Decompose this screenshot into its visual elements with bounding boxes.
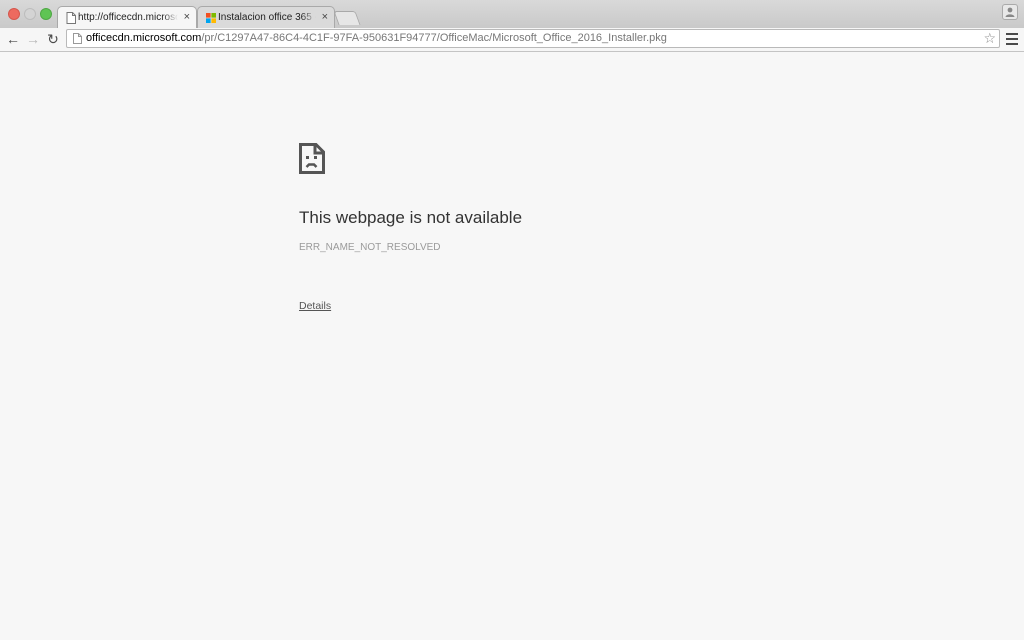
window-maximize-button[interactable] [40, 8, 52, 20]
details-link[interactable]: Details [299, 300, 331, 312]
tab-title: Instalacion office 365 - Microsoft Commu… [218, 12, 316, 23]
tab-close-icon[interactable]: × [322, 7, 328, 28]
new-tab-button[interactable] [333, 11, 361, 25]
url-path: /pr/C1297A47-86C4-4C1F-97FA-950631F94777… [201, 32, 667, 44]
window-minimize-button[interactable] [24, 8, 36, 20]
tab-close-icon[interactable]: × [184, 7, 190, 28]
tab-strip: http://officecdn.microsoft.com/pr/C1297A… [0, 0, 1024, 28]
url-host: officecdn.microsoft.com [86, 32, 202, 44]
address-url: officecdn.microsoft.com/pr/C1297A47-86C4… [86, 30, 667, 47]
tab-instalacion-office[interactable]: Instalacion office 365 - Microsoft Commu… [197, 6, 335, 28]
back-button[interactable]: ← [5, 31, 21, 47]
person-icon [1005, 7, 1015, 17]
microsoft-logo-icon [206, 13, 216, 23]
bookmark-star-icon[interactable]: ☆ [983, 30, 996, 47]
tab-title: http://officecdn.microsoft.com/pr/C1297A… [78, 12, 178, 23]
profile-icon[interactable] [1002, 4, 1018, 20]
error-title: This webpage is not available [299, 208, 523, 227]
forward-button[interactable]: → [25, 31, 41, 47]
hamburger-menu-icon[interactable] [1006, 33, 1018, 45]
browser-toolbar: ← → ↻ officecdn.microsoft.com/pr/C1297A4… [0, 28, 1024, 52]
page-info-icon[interactable] [73, 33, 82, 44]
window-close-button[interactable] [8, 8, 20, 20]
reload-button[interactable]: ↻ [45, 31, 61, 47]
sad-page-icon [299, 143, 325, 174]
tab-officecdn[interactable]: http://officecdn.microsoft.com/pr/C1297A… [57, 6, 197, 28]
error-code: ERR_NAME_NOT_RESOLVED [299, 242, 441, 253]
address-bar[interactable]: officecdn.microsoft.com/pr/C1297A47-86C4… [66, 29, 1000, 48]
page-icon [66, 12, 76, 24]
